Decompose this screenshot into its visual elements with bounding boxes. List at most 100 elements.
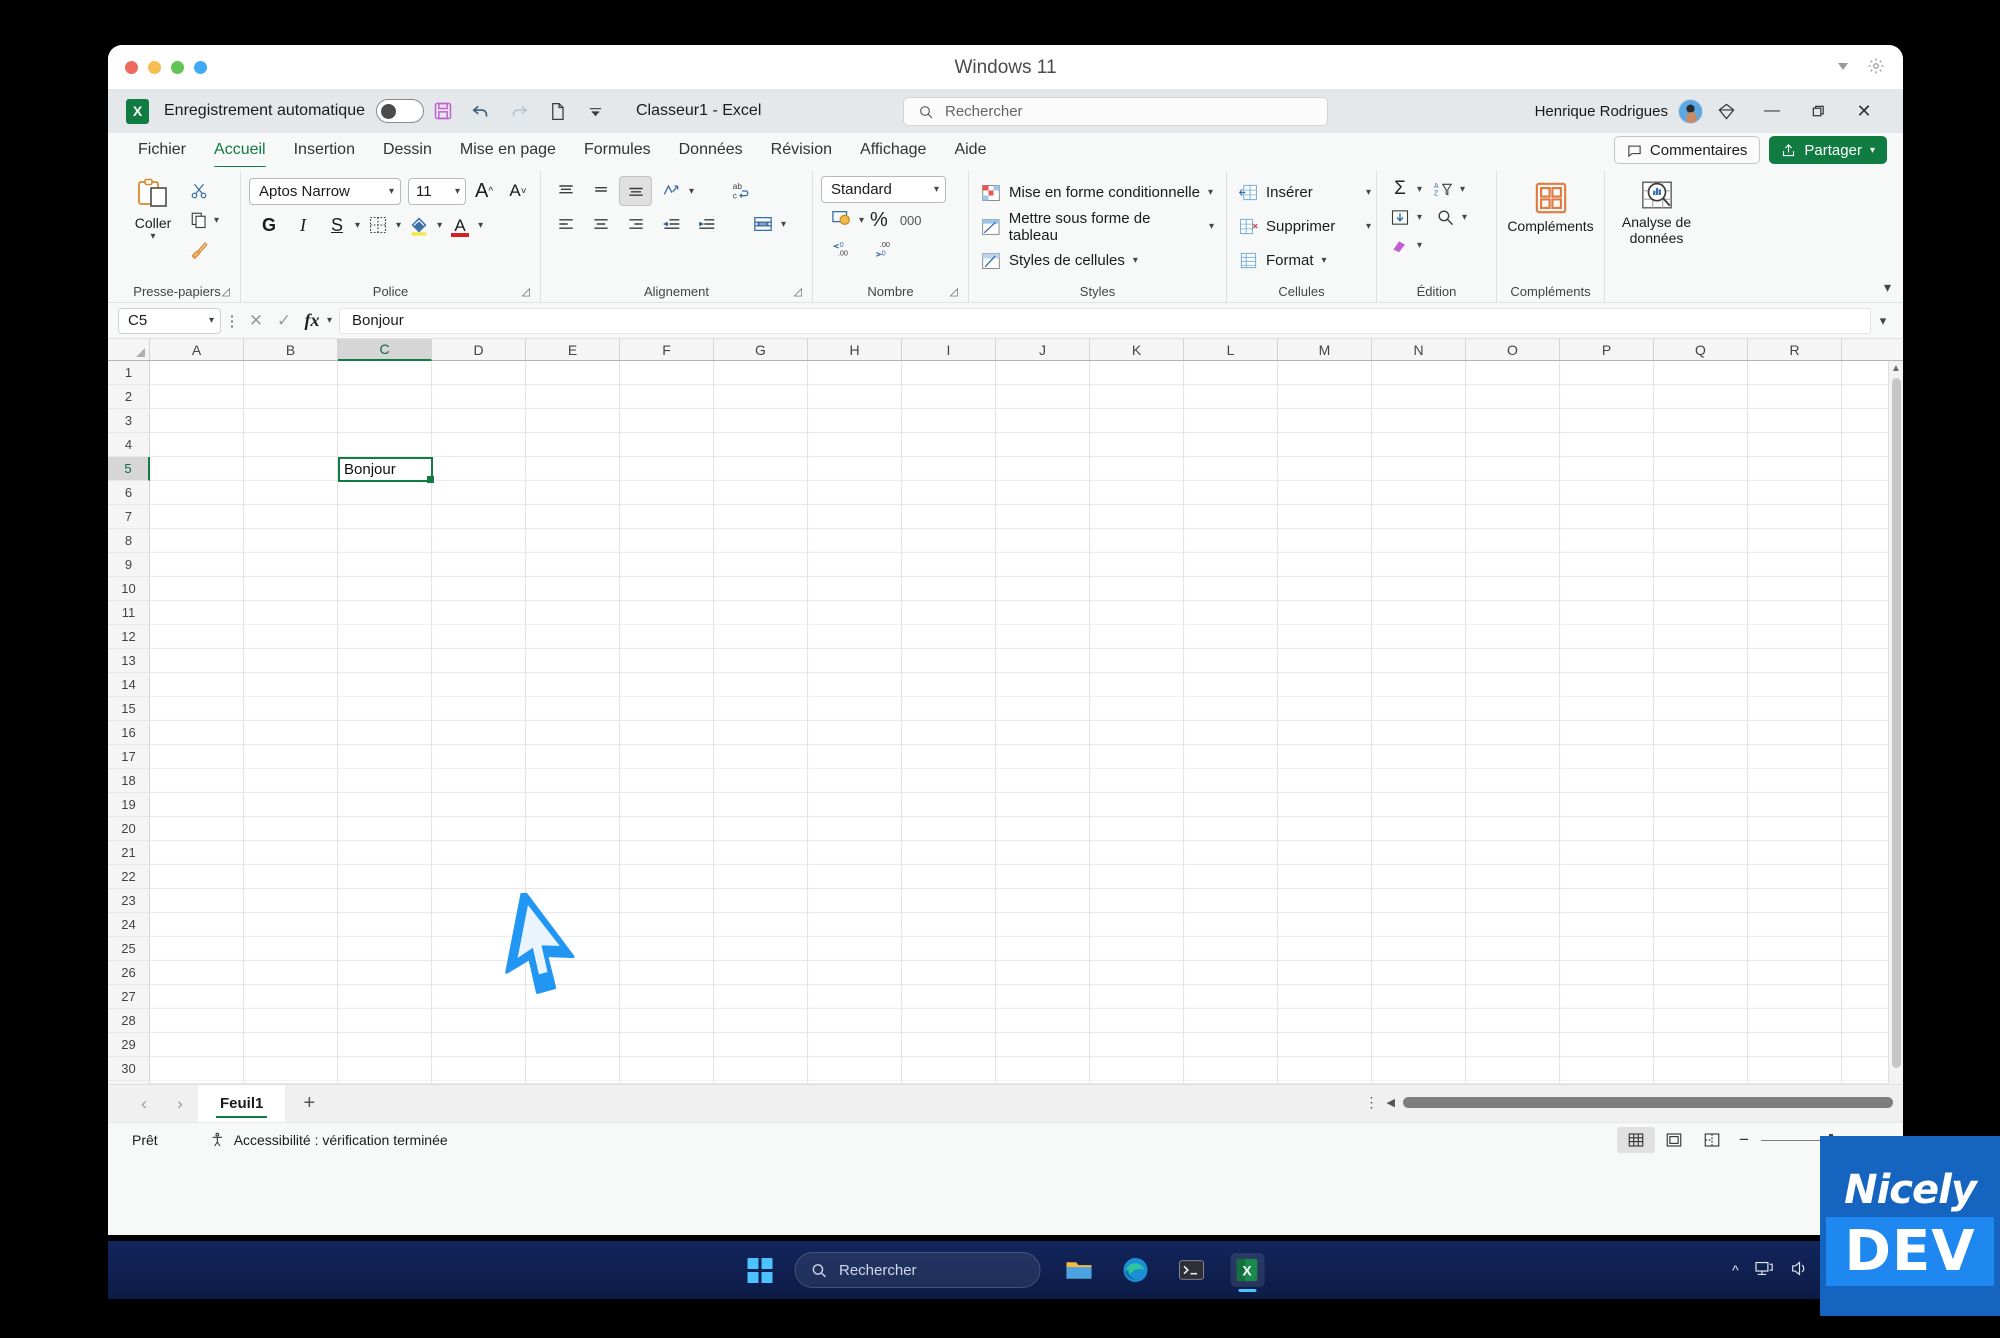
row-header-17[interactable]: 17 — [108, 745, 150, 769]
column-header-G[interactable]: G — [714, 339, 808, 360]
alignment-dialog-launcher[interactable]: ◿ — [794, 285, 802, 298]
file-explorer-icon[interactable] — [1062, 1253, 1096, 1287]
tab-formules[interactable]: Formules — [570, 137, 665, 163]
cell-styles-button[interactable]: Styles de cellules ▾ — [981, 244, 1142, 277]
name-box[interactable]: C5 ▾ — [118, 307, 221, 334]
chevron-down-icon[interactable]: ▾ — [214, 215, 219, 226]
decrease-font-size-icon[interactable]: A ˅ — [502, 176, 534, 206]
edge-icon[interactable] — [1118, 1253, 1152, 1287]
currency-format-icon[interactable] — [831, 208, 853, 233]
row-header-21[interactable]: 21 — [108, 841, 150, 865]
chevron-down-icon[interactable]: ▾ — [1417, 240, 1422, 251]
column-header-K[interactable]: K — [1090, 339, 1184, 360]
scroll-left-icon[interactable]: ◀ — [1387, 1096, 1395, 1109]
terminal-icon[interactable] — [1174, 1253, 1208, 1287]
font-dialog-launcher[interactable]: ◿ — [522, 285, 530, 298]
restore-button[interactable] — [1795, 89, 1841, 133]
normal-view-icon[interactable] — [1617, 1127, 1655, 1153]
row-header-30[interactable]: 30 — [108, 1057, 150, 1081]
column-header-M[interactable]: M — [1278, 339, 1372, 360]
row-header-7[interactable]: 7 — [108, 505, 150, 529]
chevron-down-icon[interactable]: ▾ — [1462, 212, 1467, 223]
sort-filter-icon[interactable]: A Z — [1428, 176, 1458, 202]
fill-icon[interactable] — [1385, 204, 1415, 230]
row-header-28[interactable]: 28 — [108, 1009, 150, 1033]
formula-bar-overflow-icon[interactable]: ⋮ — [221, 312, 243, 330]
row-header-24[interactable]: 24 — [108, 913, 150, 937]
redo-icon[interactable] — [500, 94, 538, 128]
customize-quick-access-icon[interactable] — [576, 94, 614, 128]
save-icon[interactable] — [424, 94, 462, 128]
number-dialog-launcher[interactable]: ◿ — [950, 285, 958, 298]
row-header-12[interactable]: 12 — [108, 625, 150, 649]
row-header-29[interactable]: 29 — [108, 1033, 150, 1057]
row-header-25[interactable]: 25 — [108, 937, 150, 961]
tab-affichage[interactable]: Affichage — [846, 137, 940, 163]
decrease-decimal-icon[interactable]: .00 0 — [875, 238, 901, 263]
column-header-O[interactable]: O — [1466, 339, 1560, 360]
column-header-J[interactable]: J — [996, 339, 1090, 360]
row-header-10[interactable]: 10 — [108, 577, 150, 601]
borders-icon[interactable] — [362, 210, 394, 240]
column-header-A[interactable]: A — [150, 339, 244, 360]
font-color-icon[interactable]: A — [444, 210, 476, 240]
minimize-button[interactable]: — — [1749, 89, 1795, 133]
number-format-select[interactable]: Standard ▾ — [821, 176, 946, 203]
tab-donnees[interactable]: Données — [665, 137, 757, 163]
column-header-I[interactable]: I — [902, 339, 996, 360]
column-header-F[interactable]: F — [620, 339, 714, 360]
align-center-icon[interactable] — [584, 209, 617, 239]
undo-icon[interactable] — [462, 94, 500, 128]
previous-sheet-icon[interactable]: ‹ — [126, 1094, 162, 1114]
tab-revision[interactable]: Révision — [757, 137, 846, 163]
align-middle-icon[interactable] — [619, 176, 652, 206]
chevron-down-icon[interactable]: ▾ — [396, 220, 401, 231]
row-header-9[interactable]: 9 — [108, 553, 150, 577]
column-header-L[interactable]: L — [1184, 339, 1278, 360]
orientation-icon[interactable] — [654, 176, 687, 206]
delete-cells-button[interactable]: Supprimer ▾ — [1239, 210, 1371, 243]
new-document-icon[interactable] — [538, 94, 576, 128]
column-header-H[interactable]: H — [808, 339, 902, 360]
row-header-18[interactable]: 18 — [108, 769, 150, 793]
cell-C5[interactable]: Bonjour — [338, 457, 433, 482]
underline-button[interactable]: S — [321, 210, 353, 240]
taskbar-search-box[interactable]: Rechercher — [794, 1252, 1040, 1288]
font-size-select[interactable]: 11 ▾ — [408, 177, 466, 205]
page-break-preview-icon[interactable] — [1693, 1127, 1731, 1153]
chevron-down-icon[interactable]: ▾ — [1417, 184, 1422, 195]
accept-entry-icon[interactable]: ✓ — [271, 308, 297, 334]
decrease-indent-icon[interactable] — [654, 209, 687, 239]
show-hidden-icons-icon[interactable]: ^ — [1732, 1262, 1739, 1278]
tab-mise-en-page[interactable]: Mise en page — [446, 137, 570, 163]
share-button[interactable]: Partager ▾ — [1769, 136, 1887, 164]
windows-start-icon[interactable] — [747, 1257, 772, 1283]
increase-indent-icon[interactable] — [689, 209, 722, 239]
chevron-down-icon[interactable] — [1835, 58, 1851, 79]
row-header-15[interactable]: 15 — [108, 697, 150, 721]
chevron-down-icon[interactable]: ▾ — [781, 219, 786, 230]
bold-button[interactable]: G — [253, 210, 285, 240]
align-left-icon[interactable] — [549, 209, 582, 239]
insert-function-icon[interactable]: fx — [299, 308, 325, 334]
row-header-5[interactable]: 5 — [108, 457, 150, 481]
format-cells-button[interactable]: Format ▾ — [1239, 244, 1327, 277]
sheet-options-icon[interactable]: ⋮ — [1365, 1094, 1379, 1111]
row-header-3[interactable]: 3 — [108, 409, 150, 433]
wrap-text-icon[interactable]: ab c — [724, 176, 757, 206]
autosave-toggle[interactable] — [376, 99, 424, 123]
chevron-down-icon[interactable]: ▾ — [859, 215, 864, 226]
next-sheet-icon[interactable]: › — [162, 1094, 198, 1114]
format-as-table-button[interactable]: Mettre sous forme de tableau ▾ — [981, 210, 1218, 244]
increase-decimal-icon[interactable]: 0 .00 — [832, 238, 859, 263]
tab-fichier[interactable]: Fichier — [124, 137, 200, 163]
cells-canvas[interactable]: Bonjour — [150, 361, 1903, 1084]
chevron-down-icon[interactable]: ▾ — [150, 231, 155, 242]
chevron-down-icon[interactable]: ▾ — [327, 315, 332, 326]
accessibility-status[interactable]: Accessibilité : vérification terminée — [210, 1132, 448, 1148]
row-header-8[interactable]: 8 — [108, 529, 150, 553]
row-header-26[interactable]: 26 — [108, 961, 150, 985]
percent-style-button[interactable]: % — [870, 209, 888, 232]
formula-input[interactable]: Bonjour — [339, 307, 1871, 334]
column-header-R[interactable]: R — [1748, 339, 1842, 360]
